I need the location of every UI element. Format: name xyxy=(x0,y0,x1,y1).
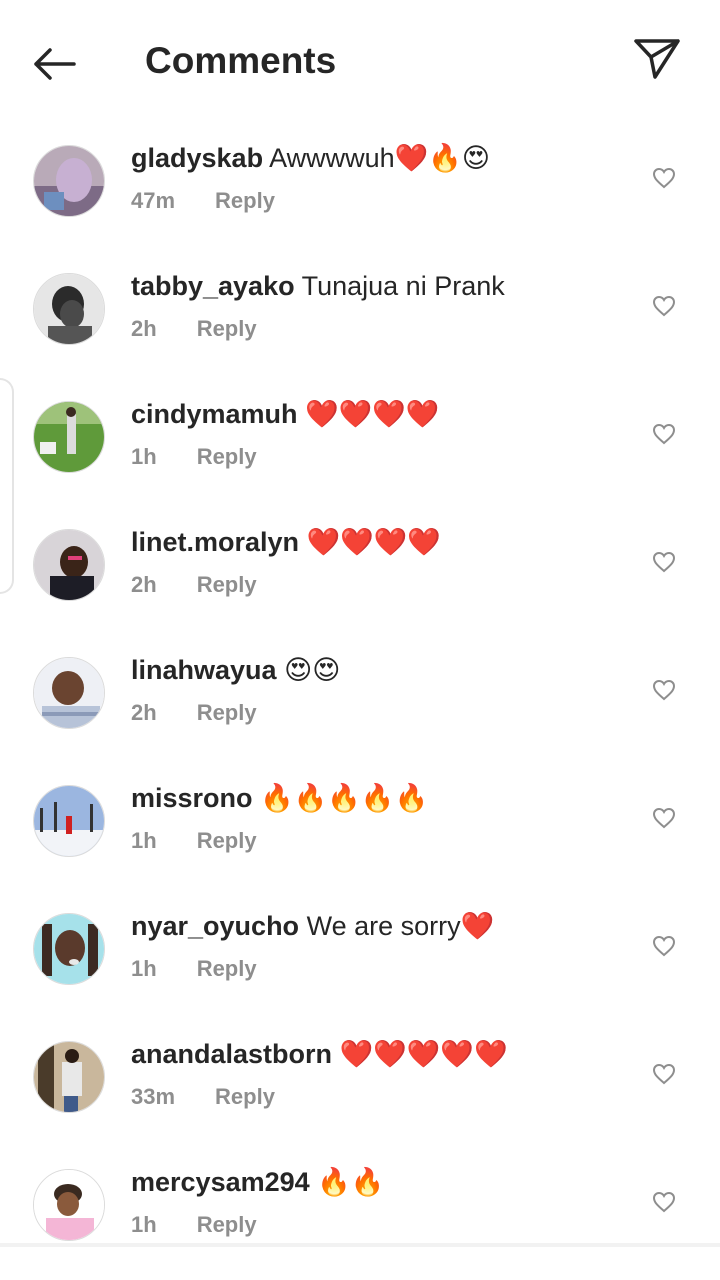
comment-item: gladyskab Awwwwuh❤️🔥😍 47m Reply xyxy=(0,128,720,256)
heart-icon xyxy=(652,935,676,957)
bottom-divider xyxy=(0,1243,720,1247)
reply-button[interactable]: Reply xyxy=(215,1082,275,1112)
comment-item: cindymamuh ❤️❤️❤️❤️ 1h Reply xyxy=(0,384,720,512)
username[interactable]: mercysam294 xyxy=(131,1167,310,1197)
reply-button[interactable]: Reply xyxy=(197,570,257,600)
heart-icon xyxy=(652,807,676,829)
reply-button[interactable]: Reply xyxy=(197,698,257,728)
comment-item: tabby_ayako Tunajua ni Prank 2h Reply xyxy=(0,256,720,384)
username[interactable]: missrono xyxy=(131,783,253,813)
heart-icon xyxy=(652,167,676,189)
comment-item: linet.moralyn ❤️❤️❤️❤️ 2h Reply xyxy=(0,512,720,640)
back-button[interactable] xyxy=(22,36,86,92)
avatar[interactable] xyxy=(33,657,105,729)
avatar[interactable] xyxy=(33,145,105,217)
heart-icon xyxy=(652,679,676,701)
reply-button[interactable]: Reply xyxy=(197,442,257,472)
share-button[interactable] xyxy=(626,30,688,88)
avatar[interactable] xyxy=(33,1041,105,1113)
timestamp: 1h xyxy=(131,1212,157,1237)
timestamp: 47m xyxy=(131,188,176,213)
avatar[interactable] xyxy=(33,913,105,985)
like-button[interactable] xyxy=(648,546,680,578)
like-button[interactable] xyxy=(648,674,680,706)
heart-icon xyxy=(652,1191,676,1213)
avatar[interactable] xyxy=(33,529,105,601)
reply-button[interactable]: Reply xyxy=(197,826,257,856)
comment-text: ❤️❤️❤️❤️ xyxy=(306,527,442,557)
heart-icon xyxy=(652,551,676,573)
like-button[interactable] xyxy=(648,290,680,322)
timestamp: 1h xyxy=(131,828,157,853)
username[interactable]: tabby_ayako xyxy=(131,271,295,301)
timestamp: 2h xyxy=(131,316,157,341)
like-button[interactable] xyxy=(648,802,680,834)
comment-item: anandalastborn ❤️❤️❤️❤️❤️ 33m Reply xyxy=(0,1024,720,1152)
paper-plane-icon xyxy=(634,39,680,79)
comment-text: 🔥🔥🔥🔥🔥 xyxy=(260,783,429,813)
arrow-left-icon xyxy=(34,48,76,80)
username[interactable]: linahwayua xyxy=(131,655,277,685)
heart-icon xyxy=(652,295,676,317)
comment-text: 😍😍 xyxy=(284,655,341,685)
comment-text: Awwwwuh❤️🔥😍 xyxy=(269,143,491,173)
comment-text: 🔥🔥 xyxy=(317,1167,385,1197)
timestamp: 2h xyxy=(131,700,157,725)
timestamp: 1h xyxy=(131,956,157,981)
timestamp: 1h xyxy=(131,444,157,469)
username[interactable]: nyar_oyucho xyxy=(131,911,299,941)
page-title: Comments xyxy=(145,40,337,81)
comment-text: We are sorry❤️ xyxy=(306,911,495,941)
comment-text: ❤️❤️❤️❤️❤️ xyxy=(339,1039,508,1069)
avatar[interactable] xyxy=(33,401,105,473)
timestamp: 33m xyxy=(131,1084,176,1109)
comment-list: gladyskab Awwwwuh❤️🔥😍 47m Reply tabby_aya… xyxy=(0,128,720,1280)
username[interactable]: linet.moralyn xyxy=(131,527,299,557)
heart-icon xyxy=(652,1063,676,1085)
comment-text: ❤️❤️❤️❤️ xyxy=(305,399,440,429)
header: Comments xyxy=(0,0,720,122)
timestamp: 2h xyxy=(131,572,157,597)
like-button[interactable] xyxy=(648,418,680,450)
like-button[interactable] xyxy=(648,930,680,962)
username[interactable]: cindymamuh xyxy=(131,399,298,429)
avatar[interactable] xyxy=(33,1169,105,1241)
like-button[interactable] xyxy=(648,162,680,194)
reply-button[interactable]: Reply xyxy=(197,314,257,344)
avatar[interactable] xyxy=(33,785,105,857)
avatar[interactable] xyxy=(33,273,105,345)
username[interactable]: gladyskab xyxy=(131,143,263,173)
comment-item: missrono 🔥🔥🔥🔥🔥 1h Reply xyxy=(0,768,720,896)
comment-item: mercysam294 🔥🔥 1h Reply xyxy=(0,1152,720,1280)
username[interactable]: anandalastborn xyxy=(131,1039,332,1069)
comment-text: Tunajua ni Prank xyxy=(301,271,505,301)
heart-icon xyxy=(652,423,676,445)
like-button[interactable] xyxy=(648,1186,680,1218)
reply-button[interactable]: Reply xyxy=(197,954,257,984)
like-button[interactable] xyxy=(648,1058,680,1090)
comment-item: linahwayua 😍😍 2h Reply xyxy=(0,640,720,768)
comment-item: nyar_oyucho We are sorry❤️ 1h Reply xyxy=(0,896,720,1024)
reply-button[interactable]: Reply xyxy=(197,1210,257,1240)
reply-button[interactable]: Reply xyxy=(215,186,275,216)
